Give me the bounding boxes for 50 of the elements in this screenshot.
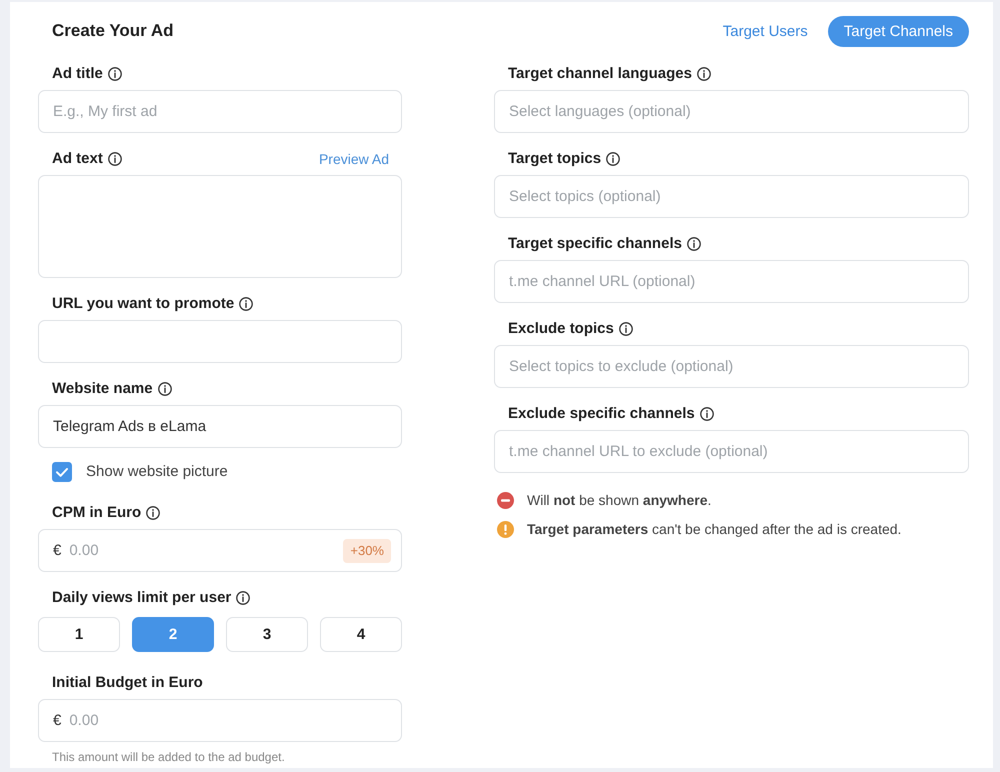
checkbox[interactable] <box>52 462 72 482</box>
field-label: Exclude topics <box>508 320 614 338</box>
info-icon[interactable] <box>236 591 250 605</box>
amount-field[interactable]: € 0.00 +30% <box>38 529 402 572</box>
select-field[interactable]: t.me channel URL to exclude (optional) <box>494 430 969 473</box>
select-field[interactable]: Select topics (optional) <box>494 175 969 218</box>
select-field[interactable]: Select topics to exclude (optional) <box>494 345 969 388</box>
notice-text: Target parameters can't be changed after the ad is created. <box>527 520 902 538</box>
info-icon[interactable] <box>108 152 122 166</box>
checkbox-label: Show website picture <box>86 463 228 481</box>
select-field[interactable]: Select languages (optional) <box>494 90 969 133</box>
field-label: Target topics <box>508 150 602 168</box>
info-icon[interactable] <box>108 67 122 81</box>
info-icon[interactable] <box>158 382 172 396</box>
info-icon[interactable] <box>700 407 714 421</box>
option-button[interactable]: 3 <box>226 617 308 652</box>
amount-input[interactable]: 0.00 <box>69 710 391 732</box>
field-label: Initial Budget in Euro <box>52 674 203 692</box>
field-label: CPM in Euro <box>52 504 142 522</box>
field-label: Exclude specific channels <box>508 405 695 423</box>
hint-text: This amount will be added to the ad budget. <box>52 749 285 765</box>
text-field[interactable]: E.g., My first ad <box>38 90 402 133</box>
info-icon[interactable] <box>239 297 254 311</box>
notice-text: Will not be shown anywhere. <box>527 491 712 509</box>
info-icon[interactable] <box>686 237 701 251</box>
markup-badge: +30% <box>343 538 391 562</box>
info-icon[interactable] <box>696 67 711 81</box>
amount-field[interactable]: € 0.00 <box>38 699 402 742</box>
field-label: Target specific channels <box>508 235 682 253</box>
text-field[interactable]: Telegram Ads в eLama <box>38 405 402 448</box>
info-icon[interactable] <box>146 506 160 520</box>
field-label: Daily views limit per user <box>52 589 232 607</box>
form-title: Create Your Ad <box>52 21 174 41</box>
amount-input[interactable]: 0.00 <box>69 540 336 562</box>
field-label: Target channel languages <box>508 65 692 83</box>
field-label: Ad text <box>52 150 103 168</box>
info-icon[interactable] <box>606 152 620 166</box>
currency-symbol: € <box>53 542 62 560</box>
option-button[interactable]: 4 <box>320 617 402 652</box>
select-field[interactable]: t.me channel URL (optional) <box>494 260 969 303</box>
warning-icon <box>497 520 514 538</box>
text-field[interactable] <box>38 320 402 363</box>
info-icon[interactable] <box>618 322 633 336</box>
option-button[interactable]: 1 <box>38 617 120 652</box>
field-label: Ad title <box>52 65 103 83</box>
field-label: URL you want to promote <box>52 295 234 313</box>
no-entry-icon <box>497 492 514 508</box>
tab[interactable]: Target Users <box>706 16 824 46</box>
currency-symbol: € <box>53 712 62 730</box>
field-label: Website name <box>52 380 153 398</box>
